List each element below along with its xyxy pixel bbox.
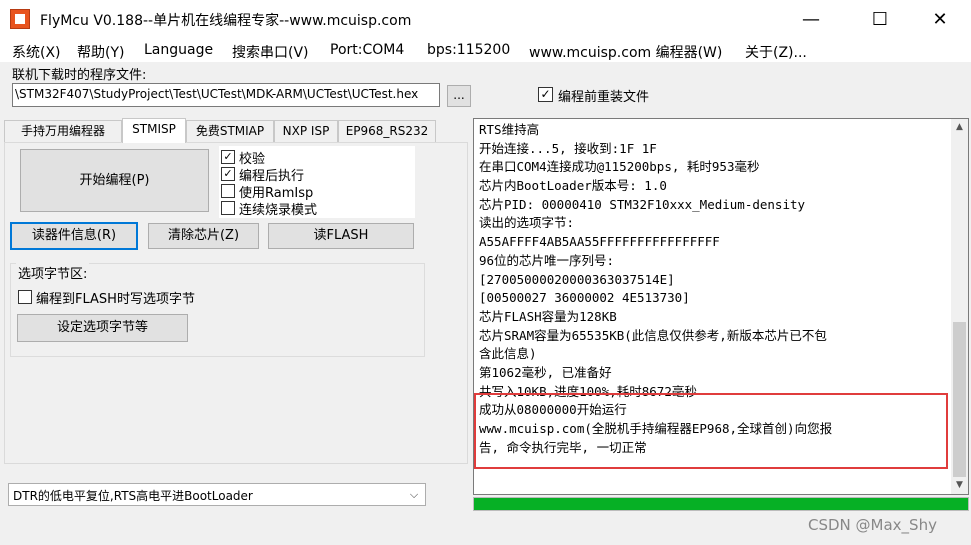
start-programming-button[interactable]: 开始编程(P) — [20, 149, 209, 212]
log-line: 芯片PID: 00000410 STM32F10xxx_Medium-densi… — [479, 196, 806, 212]
scroll-up-icon[interactable]: ▲ — [951, 119, 968, 136]
write-option-bytes-label: 编程到FLASH时写选项字节 — [36, 292, 195, 307]
menu-programmer[interactable]: www.mcuisp.com 编程器(W) — [529, 42, 722, 62]
log-line: [27005000020000363037514E] — [479, 271, 675, 287]
menu-language[interactable]: Language — [144, 42, 213, 62]
tab-nxp-isp[interactable]: NXP ISP — [274, 120, 338, 142]
scroll-thumb[interactable] — [953, 322, 966, 477]
maximize-button[interactable]: ☐ — [857, 0, 903, 38]
watermark: CSDN @Max_Shy — [808, 516, 937, 534]
file-path-field[interactable]: \STM32F407\StudyProject\Test\UCTest\MDK-… — [12, 83, 440, 107]
menu-system[interactable]: 系统(X) — [12, 42, 61, 62]
read-flash-button[interactable]: 读FLASH — [268, 223, 414, 249]
log-line: 第1062毫秒, 已准备好 — [479, 364, 612, 380]
write-option-bytes-checkbox[interactable] — [18, 290, 32, 304]
continuous-burn-label: 连续烧录模式 — [239, 203, 318, 218]
highlight-box — [474, 393, 948, 469]
log-line: 96位的芯片唯一序列号: — [479, 252, 615, 268]
set-option-bytes-button[interactable]: 设定选项字节等 — [17, 314, 188, 342]
browse-button[interactable]: ... — [447, 85, 471, 107]
progress-fill — [474, 498, 968, 510]
log-line: A55AFFFF4AB5AA55FFFFFFFFFFFFFFFF — [479, 234, 720, 250]
tab-handheld[interactable]: 手持万用编程器 — [4, 120, 122, 142]
tab-ep968[interactable]: EP968_RS232 — [338, 120, 436, 142]
clear-chip-button[interactable]: 清除芯片(Z) — [148, 223, 259, 249]
tab-stmiap[interactable]: 免费STMIAP — [186, 120, 274, 142]
log-line: 芯片SRAM容量为65535KB(此信息仅供参考,新版本芯片已不包 — [479, 327, 827, 343]
menu-search-port[interactable]: 搜索串口(V) — [232, 42, 309, 62]
log-line: 含此信息) — [479, 346, 537, 362]
menu-port[interactable]: Port:COM4 — [330, 42, 404, 62]
window-title: FlyMcu V0.188--单片机在线编程专家--www.mcuisp.com — [40, 13, 412, 29]
close-button[interactable]: ✕ — [917, 0, 963, 38]
reload-file-label: 编程前重装文件 — [558, 90, 650, 105]
read-device-info-button[interactable]: 读器件信息(R) — [10, 222, 138, 250]
reload-file-checkbox[interactable]: ✓ — [538, 87, 553, 102]
chevron-down-icon[interactable]: ⌵ — [404, 484, 424, 505]
menu-bps[interactable]: bps:115200 — [427, 42, 510, 62]
log-line: 开始连接...5, 接收到:1F 1F — [479, 140, 657, 156]
log-line: RTS维持高 — [479, 122, 540, 137]
menu-about[interactable]: 关于(Z)... — [745, 42, 807, 62]
tab-stmisp[interactable]: STMISP — [122, 118, 186, 143]
option-bytes-group-title: 选项字节区: — [16, 263, 90, 282]
log-line: [00500027 36000002 4E513730] — [479, 290, 690, 306]
minimize-button[interactable]: — — [788, 0, 834, 38]
menu-help[interactable]: 帮助(Y) — [77, 42, 124, 62]
log-line: 芯片内BootLoader版本号: 1.0 — [479, 178, 667, 194]
file-label: 联机下载时的程序文件: — [12, 68, 147, 83]
reset-mode-select[interactable]: DTR的低电平复位,RTS高电平进BootLoader — [8, 483, 426, 506]
log-line: 芯片FLASH容量为128KB — [479, 308, 617, 324]
use-ramisp-checkbox[interactable] — [221, 184, 235, 198]
run-after-program-checkbox[interactable]: ✓ — [221, 167, 235, 181]
verify-checkbox[interactable]: ✓ — [221, 150, 235, 164]
log-line: 读出的选项字节: — [479, 215, 575, 231]
app-icon — [10, 9, 30, 29]
log-line: 在串口COM4连接成功@115200bps, 耗时953毫秒 — [479, 159, 760, 175]
scroll-down-icon[interactable]: ▼ — [951, 477, 968, 494]
continuous-burn-checkbox[interactable] — [221, 201, 235, 215]
